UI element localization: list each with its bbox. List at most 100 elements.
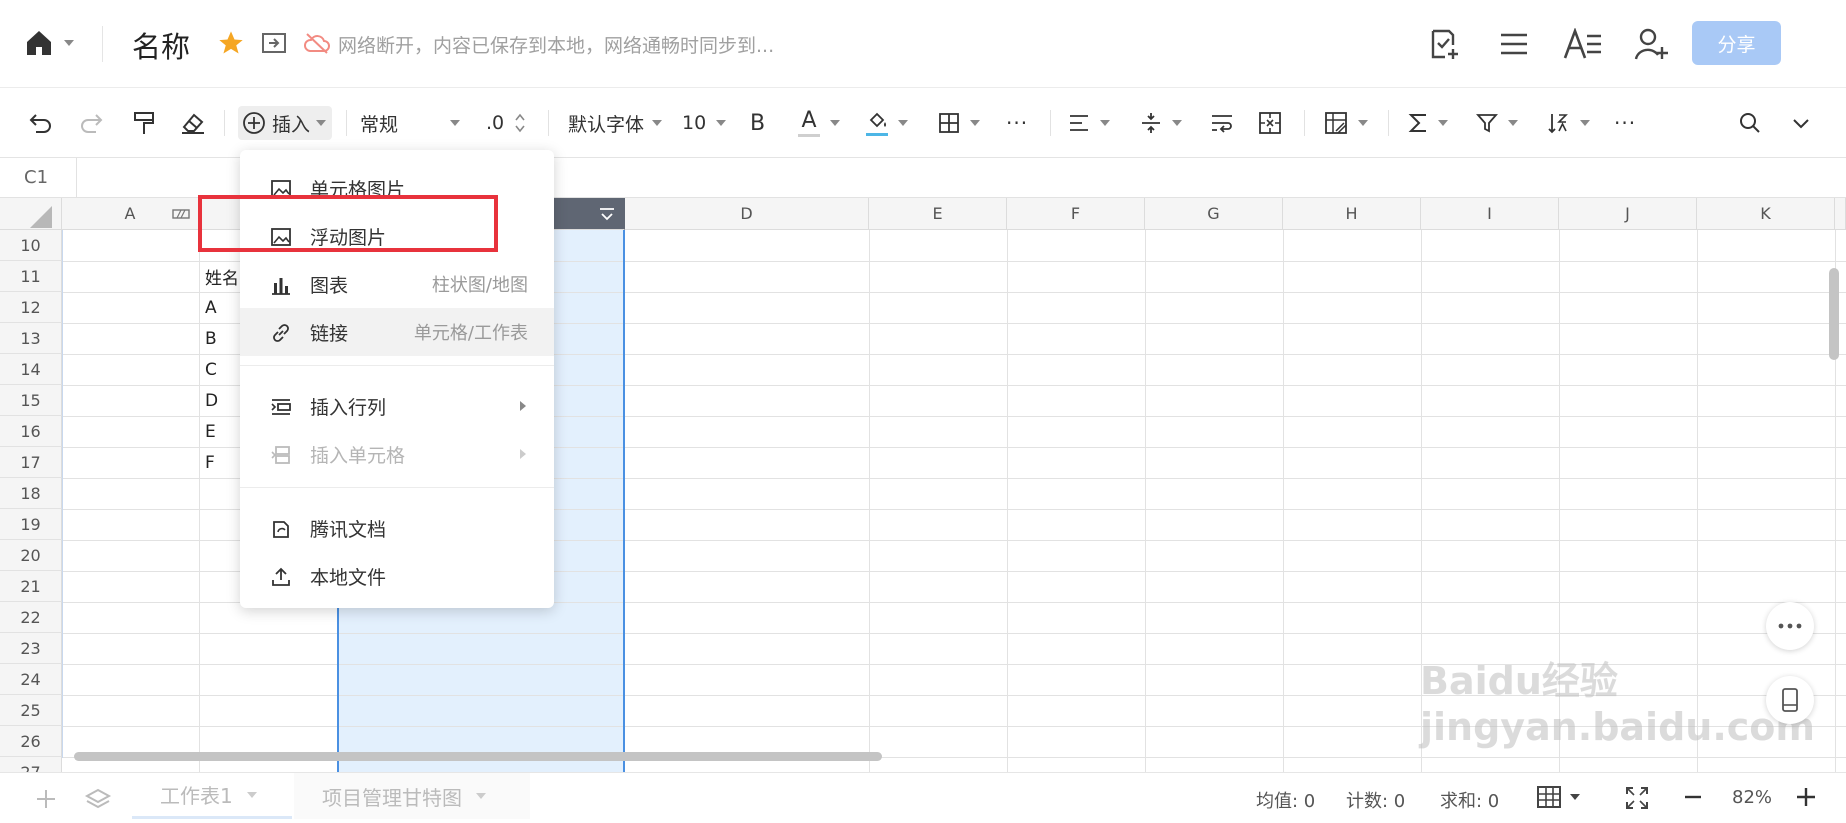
chevron-down-icon	[652, 120, 663, 126]
sheet-tab[interactable]: 工作表1	[132, 773, 292, 819]
font-size-select[interactable]: 10	[682, 106, 727, 140]
row-header[interactable]: 18	[0, 478, 62, 509]
wrap-text-button[interactable]	[1210, 106, 1234, 140]
row-header[interactable]: 14	[0, 354, 62, 385]
column-header-h[interactable]: H	[1283, 198, 1421, 230]
row-header[interactable]: 22	[0, 602, 62, 633]
row-header[interactable]: 24	[0, 664, 62, 695]
horizontal-align-button[interactable]	[1068, 106, 1110, 140]
column-header-i[interactable]: I	[1421, 198, 1559, 230]
sort-button[interactable]	[1546, 106, 1590, 140]
menu-item-tencent-doc[interactable]: 腾讯文档	[240, 504, 554, 552]
sum-button[interactable]	[1408, 106, 1448, 140]
row-header[interactable]: 13	[0, 323, 62, 354]
sheet-tab-label: 工作表1	[160, 784, 233, 808]
menu-item-insert-row-col[interactable]: 插入行列	[240, 382, 554, 430]
filter-button[interactable]	[1476, 106, 1518, 140]
row-header[interactable]: 27	[0, 757, 62, 772]
column-header-f[interactable]: F	[1007, 198, 1145, 230]
row-header[interactable]: 23	[0, 633, 62, 664]
row-header[interactable]: 15	[0, 385, 62, 416]
cell-b17[interactable]: F	[199, 447, 215, 478]
align-middle-icon	[1142, 113, 1160, 133]
font-name-select[interactable]: 默认字体	[568, 106, 663, 140]
zoom-out-icon[interactable]	[1682, 785, 1704, 809]
collapse-toolbar-icon[interactable]	[1790, 106, 1812, 140]
clear-format-icon[interactable]	[180, 106, 206, 140]
menu-item-local-file[interactable]: 本地文件	[240, 552, 554, 600]
title-divider	[102, 26, 103, 62]
column-filter-icon[interactable]	[598, 206, 616, 222]
text-format-icon[interactable]	[1562, 24, 1604, 64]
bold-button[interactable]: B	[750, 106, 765, 140]
cell-b16[interactable]: E	[199, 416, 216, 447]
column-header-d[interactable]: D	[625, 198, 869, 230]
cell-b15[interactable]: D	[199, 385, 218, 416]
add-sheet-icon[interactable]	[34, 787, 58, 811]
select-all-corner[interactable]	[0, 198, 62, 230]
format-painter-icon[interactable]	[132, 106, 156, 140]
decimal-stepper[interactable]: .0	[486, 106, 526, 140]
insert-button[interactable]: 插入	[238, 106, 332, 140]
row-header[interactable]: 11	[0, 261, 62, 292]
fill-color-button[interactable]	[866, 106, 908, 140]
chevron-down-icon	[476, 793, 486, 799]
column-header-e[interactable]: E	[869, 198, 1007, 230]
cell-b14[interactable]: C	[199, 354, 217, 385]
gridline	[1145, 230, 1146, 772]
status-count: 计数: 0	[1346, 791, 1406, 812]
menu-item-chart[interactable]: 图表 柱状图/地图	[240, 260, 554, 308]
chevron-down-icon	[450, 120, 460, 126]
vertical-align-button[interactable]	[1140, 106, 1182, 140]
star-icon[interactable]	[216, 28, 246, 58]
menu-icon[interactable]	[1494, 24, 1534, 64]
home-menu-caret-icon[interactable]	[62, 38, 76, 48]
view-mode-button[interactable]	[1536, 785, 1580, 809]
horizontal-scrollbar[interactable]	[74, 752, 882, 761]
cell-b12[interactable]: A	[199, 292, 217, 323]
row-header[interactable]: 20	[0, 540, 62, 571]
home-icon[interactable]	[22, 26, 56, 60]
cell-reference[interactable]: C1	[24, 167, 48, 188]
redo-icon[interactable]	[78, 106, 104, 140]
fullscreen-icon[interactable]	[1624, 785, 1650, 811]
mobile-view-fab[interactable]	[1766, 676, 1814, 724]
sheet-tab[interactable]: 项目管理甘特图	[294, 773, 530, 819]
menu-item-link[interactable]: 链接 单元格/工作表	[240, 308, 554, 356]
row-header[interactable]: 16	[0, 416, 62, 447]
zoom-level[interactable]: 82%	[1732, 787, 1772, 808]
font-color-button[interactable]: A	[798, 106, 840, 140]
row-header[interactable]: 12	[0, 292, 62, 323]
conditional-format-button[interactable]	[1324, 106, 1368, 140]
cell-b11[interactable]: 姓名	[199, 261, 239, 292]
doc-title[interactable]: 名称	[132, 24, 190, 66]
more-actions-fab[interactable]	[1766, 602, 1814, 650]
sheet-list-icon[interactable]	[84, 787, 112, 811]
row-header[interactable]: 21	[0, 571, 62, 602]
move-to-folder-icon[interactable]	[260, 29, 288, 57]
merge-cells-button[interactable]	[1258, 106, 1282, 140]
menu-item-label: 插入单元格	[310, 444, 406, 467]
number-format-select[interactable]: 常规	[360, 106, 460, 140]
more-tools-button[interactable]: ···	[1614, 106, 1636, 140]
share-button[interactable]: 分享	[1692, 21, 1781, 65]
column-width-icon[interactable]	[172, 208, 190, 220]
row-header[interactable]: 25	[0, 695, 62, 726]
borders-button[interactable]	[938, 106, 980, 140]
cell-b13[interactable]: B	[199, 323, 217, 354]
column-header-a[interactable]: A	[62, 198, 199, 230]
add-collaborator-icon[interactable]	[1632, 24, 1672, 64]
row-header[interactable]: 10	[0, 230, 62, 261]
vertical-scrollbar[interactable]	[1829, 268, 1839, 360]
row-header[interactable]: 19	[0, 509, 62, 540]
row-header[interactable]: 26	[0, 726, 62, 757]
column-header-g[interactable]: G	[1145, 198, 1283, 230]
column-header-j[interactable]: J	[1559, 198, 1697, 230]
search-icon[interactable]	[1738, 106, 1762, 140]
row-header[interactable]: 17	[0, 447, 62, 478]
column-header-k[interactable]: K	[1697, 198, 1835, 230]
undo-icon[interactable]	[28, 106, 54, 140]
more-format-button[interactable]: ···	[1006, 106, 1028, 140]
zoom-in-icon[interactable]	[1794, 785, 1818, 809]
doc-check-icon[interactable]	[1424, 24, 1464, 64]
